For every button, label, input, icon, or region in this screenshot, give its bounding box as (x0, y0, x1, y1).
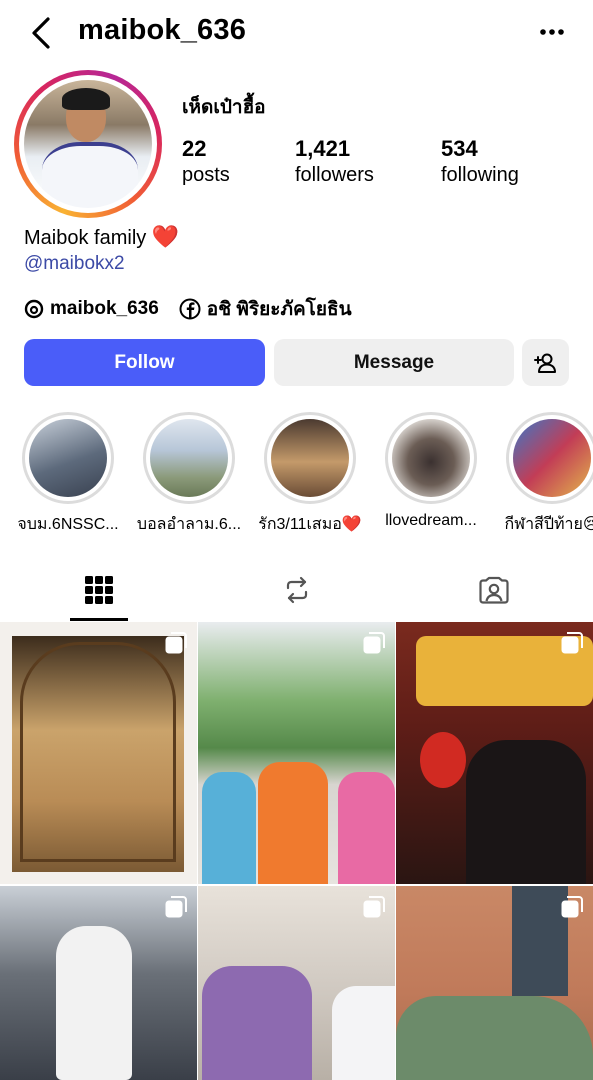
followers-label: followers (295, 164, 374, 186)
more-options-icon[interactable] (537, 22, 567, 42)
highlight-item[interactable]: รัก3/11เสมอ❤️ (258, 412, 362, 533)
highlight-label: กีฬาสีปีท้าย😢 (504, 516, 593, 533)
tab-reposts[interactable] (198, 560, 396, 620)
post-tile[interactable] (0, 886, 197, 1080)
threads-handle: maibok_636 (50, 298, 159, 319)
highlight-cover (392, 419, 470, 497)
avatar (24, 80, 152, 208)
facebook-link[interactable]: อชิ พิริยะภัคโยธิน (179, 294, 352, 324)
posts-stat[interactable]: 22 posts (182, 136, 230, 187)
highlight-item[interactable]: กีฬาสีปีท้าย😢 (504, 412, 593, 533)
threads-icon (24, 299, 44, 319)
add-user-icon (533, 353, 556, 373)
bio-text: Maibok family ❤️ (24, 224, 179, 250)
bio-mention-link[interactable]: @maibokx2 (24, 253, 125, 275)
followers-stat[interactable]: 1,421 followers (295, 136, 374, 187)
story-ring[interactable] (14, 70, 162, 218)
highlight-cover (513, 419, 591, 497)
bio-line: Maibok family (24, 227, 147, 249)
repost-icon (286, 576, 308, 604)
posts-count: 22 (182, 136, 207, 161)
post-tile[interactable] (198, 886, 395, 1080)
story-highlights: จบม.6NSSC... บอลอำลาม.6... รัก3/11เสมอ❤️… (0, 412, 593, 542)
suggest-users-button[interactable] (522, 339, 569, 386)
highlight-item[interactable]: llovedream... (383, 412, 479, 529)
following-label: following (441, 164, 519, 186)
multi-photo-icon (165, 896, 187, 918)
highlight-item[interactable]: จบม.6NSSC... (17, 412, 119, 533)
multi-photo-icon (363, 632, 385, 654)
post-tile[interactable] (198, 622, 395, 884)
highlight-label: llovedream... (385, 512, 477, 529)
multi-photo-icon (165, 632, 187, 654)
threads-link[interactable]: maibok_636 (24, 298, 159, 320)
post-tile[interactable] (0, 622, 197, 884)
page-title: maibok_636 (78, 14, 247, 46)
tagged-icon (479, 576, 509, 604)
post-grid (0, 622, 593, 1080)
following-count: 534 (441, 136, 478, 161)
profile-tabs (0, 560, 593, 622)
linked-accounts: maibok_636 อชิ พิริยะภัคโยธิน (24, 295, 364, 323)
heart-emoji: ❤️ (151, 224, 180, 249)
highlight-cover (150, 419, 228, 497)
top-bar: maibok_636 (0, 0, 593, 66)
grid-icon (85, 576, 113, 604)
tab-tagged[interactable] (395, 560, 593, 620)
multi-photo-icon (561, 632, 583, 654)
following-stat[interactable]: 534 following (441, 136, 519, 187)
active-tab-indicator (70, 618, 128, 621)
post-tile[interactable] (396, 622, 593, 884)
facebook-icon (179, 298, 201, 320)
highlight-label: จบม.6NSSC... (17, 516, 119, 533)
display-name: เห็ดเป๋าฮื้อ (182, 97, 266, 118)
highlight-cover (271, 419, 349, 497)
back-icon[interactable] (26, 14, 56, 52)
tab-grid[interactable] (0, 560, 198, 620)
highlight-label: รัก3/11เสมอ❤️ (258, 516, 362, 533)
posts-label: posts (182, 164, 230, 186)
highlight-item[interactable]: บอลอำลาม.6... (137, 412, 241, 533)
multi-photo-icon (561, 896, 583, 918)
facebook-name: อชิ พิริยะภัคโยธิน (206, 299, 352, 320)
post-tile[interactable] (396, 886, 593, 1080)
highlight-label: บอลอำลาม.6... (136, 516, 242, 533)
message-button[interactable]: Message (274, 339, 514, 386)
multi-photo-icon (363, 896, 385, 918)
follow-button[interactable]: Follow (24, 339, 265, 386)
highlight-cover (29, 419, 107, 497)
followers-count: 1,421 (295, 136, 351, 161)
